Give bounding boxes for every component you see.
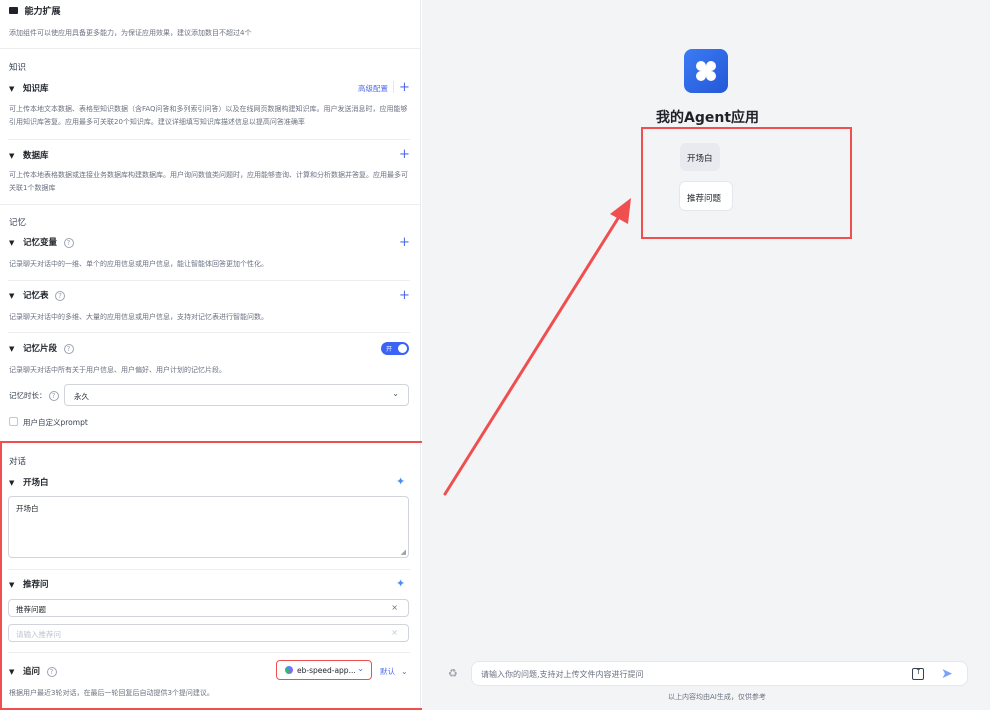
annotation-arrow [443,198,631,496]
broom-icon[interactable]: ♻ [448,667,462,681]
chat-input[interactable]: 请输入你的问题,支持对上传文件内容进行提问 ↑ ➤ [471,661,968,686]
chat-input-placeholder: 请输入你的问题,支持对上传文件内容进行提问 [481,670,644,679]
ai-disclaimer: 以上内容均由AI生成，仅供参考 [668,693,766,701]
send-icon[interactable]: ➤ [941,666,953,682]
upload-file-icon[interactable]: ↑ [912,667,924,680]
